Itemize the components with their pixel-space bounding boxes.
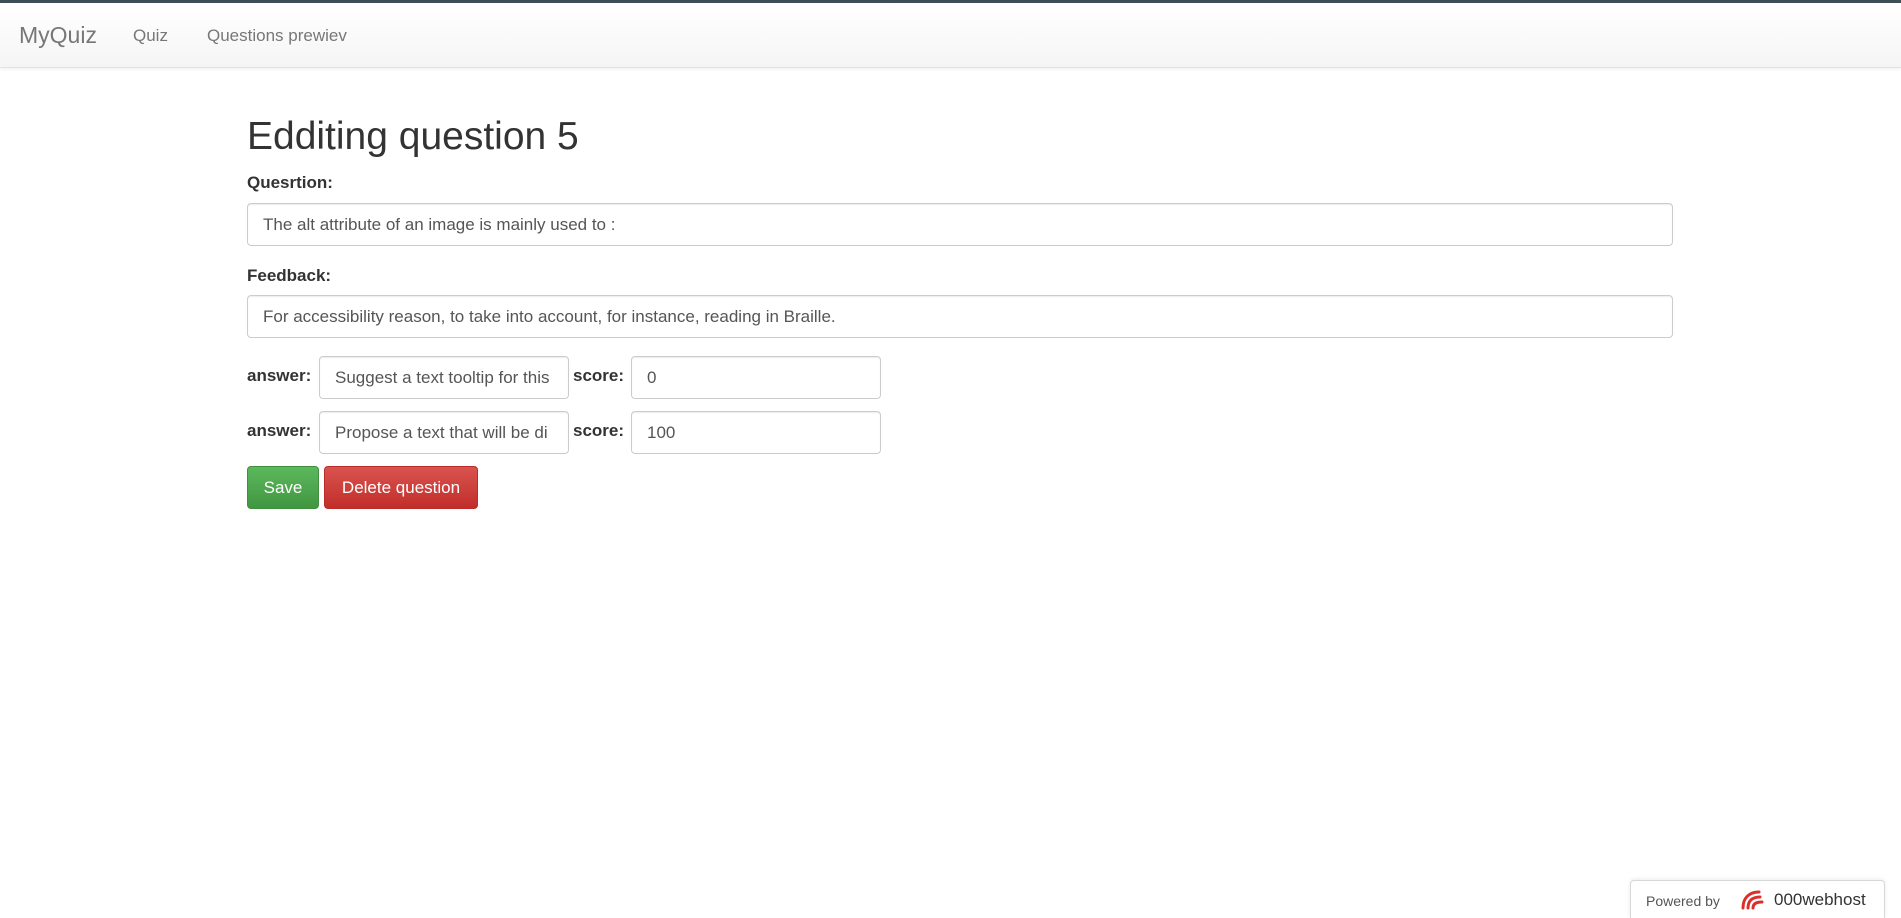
navbar-brand[interactable]: MyQuiz — [19, 21, 97, 49]
powered-by-text: Powered by — [1646, 893, 1720, 909]
powered-by-badge[interactable]: Powered by 000webhost — [1630, 880, 1885, 918]
save-button[interactable]: Save — [247, 466, 319, 509]
answer-label: answer: — [247, 366, 312, 385]
score-label: score: — [573, 366, 625, 385]
delete-question-button[interactable]: Delete question — [324, 466, 478, 509]
answer-input[interactable] — [319, 356, 569, 399]
feedback-input[interactable] — [247, 295, 1673, 338]
page-title: Edditing question 5 — [247, 115, 579, 158]
nav-link-questions-preview[interactable]: Questions prewiev — [207, 25, 347, 47]
navbar: MyQuiz Quiz Questions prewiev — [0, 3, 1901, 68]
answer-label: answer: — [247, 421, 312, 440]
score-label: score: — [573, 421, 625, 440]
host-name: 000webhost — [1774, 890, 1866, 909]
question-input[interactable] — [247, 203, 1673, 246]
score-input[interactable] — [631, 411, 881, 454]
question-label: Quesrtion: — [247, 173, 333, 192]
feedback-label: Feedback: — [247, 266, 332, 285]
score-input[interactable] — [631, 356, 881, 399]
answer-input[interactable] — [319, 411, 569, 454]
nav-link-quiz[interactable]: Quiz — [133, 25, 168, 47]
000webhost-logo-icon — [1739, 888, 1769, 912]
